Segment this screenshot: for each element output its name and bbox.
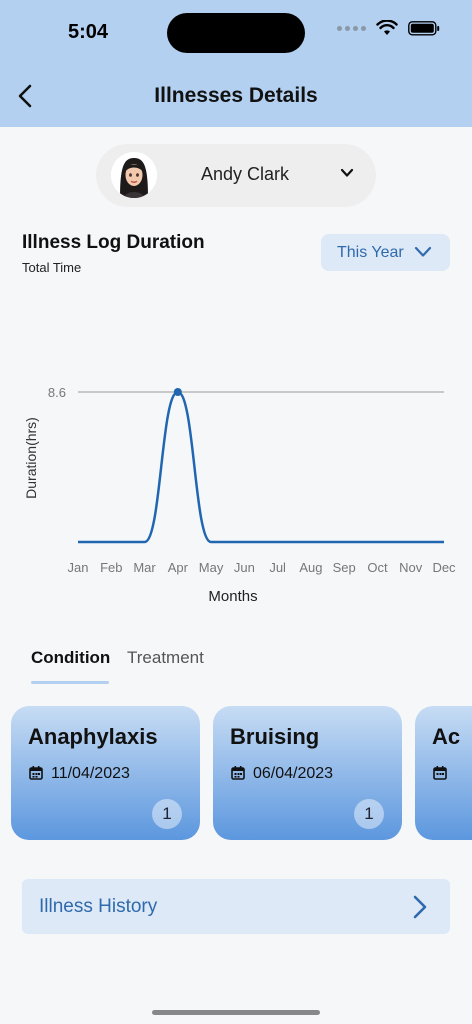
home-indicator — [152, 1010, 320, 1015]
tab-treatment[interactable]: Treatment — [127, 648, 204, 668]
illness-history-label: Illness History — [39, 896, 158, 917]
y-axis-label: Duration(hrs) — [23, 417, 39, 499]
x-tick-may: May — [199, 560, 224, 575]
chevron-down-icon — [340, 168, 354, 177]
x-tick-sep: Sep — [333, 560, 356, 575]
status-icons — [337, 20, 440, 36]
battery-icon — [408, 20, 440, 36]
duration-series-line — [77, 390, 444, 544]
chevron-down-icon — [414, 246, 432, 257]
calendar-icon — [29, 766, 43, 780]
dynamic-island — [167, 13, 305, 53]
calendar-icon — [231, 766, 245, 780]
page-title: Illnesses Details — [154, 84, 318, 107]
condition-date: 11/04/2023 — [51, 765, 130, 782]
wifi-icon — [376, 20, 398, 35]
condition-count-badge: 1 — [152, 799, 182, 829]
y-tick-label: 8.6 — [48, 385, 66, 400]
section-subtitle: Total Time — [22, 260, 82, 275]
x-tick-nov: Nov — [399, 560, 423, 575]
illness-history-button[interactable]: Illness History — [22, 879, 450, 934]
condition-card[interactable]: Anaphylaxis 11/04/2023 1 — [11, 706, 200, 840]
x-tick-jan: Jan — [68, 560, 89, 575]
chevron-right-icon — [413, 895, 427, 919]
user-selector[interactable]: Andy Clark — [96, 144, 376, 207]
x-tick-dec: Dec — [432, 560, 456, 575]
tab-indicator — [31, 681, 109, 684]
x-tick-jun: Jun — [234, 560, 255, 575]
peak-point — [173, 388, 182, 396]
x-axis-label: Months — [208, 588, 257, 605]
avatar — [111, 152, 157, 198]
calendar-icon — [433, 766, 447, 780]
x-tick-jul: Jul — [269, 560, 286, 575]
tab-condition[interactable]: Condition — [31, 648, 110, 668]
condition-name: Anaphylaxis — [28, 724, 158, 749]
condition-card[interactable]: Bruising 06/04/2023 1 — [213, 706, 402, 840]
condition-name: Ac — [432, 724, 461, 749]
x-tick-mar: Mar — [133, 560, 156, 575]
condition-name: Bruising — [230, 724, 320, 749]
user-name: Andy Clark — [201, 164, 290, 184]
section-title: Illness Log Duration — [22, 232, 205, 253]
condition-card[interactable]: Ac — [415, 706, 472, 840]
duration-chart: 8.6 Duration(hrs) Jan Feb Mar Apr May Jun Jul A… — [23, 385, 457, 605]
detail-tabs: Condition Treatment — [22, 645, 322, 685]
x-tick-apr: Apr — [168, 560, 189, 575]
x-tick-feb: Feb — [100, 560, 122, 575]
x-tick-aug: Aug — [299, 560, 322, 575]
period-dropdown[interactable]: This Year — [321, 234, 450, 271]
condition-cards: Anaphylaxis 11/04/2023 1 Bruising 06/04/… — [0, 706, 472, 840]
condition-count-badge: 1 — [354, 799, 384, 829]
signal-icon — [337, 25, 366, 31]
x-tick-oct: Oct — [367, 560, 388, 575]
period-label: This Year — [337, 243, 404, 261]
status-time: 5:04 — [68, 21, 109, 43]
condition-date: 06/04/2023 — [253, 765, 334, 782]
header: 5:04 Illnesses Details — [0, 0, 472, 127]
x-tick-labels: Jan Feb Mar Apr May Jun Jul Aug Sep Oct Nov Dec — [68, 560, 457, 575]
avatar-illustration — [111, 152, 157, 198]
